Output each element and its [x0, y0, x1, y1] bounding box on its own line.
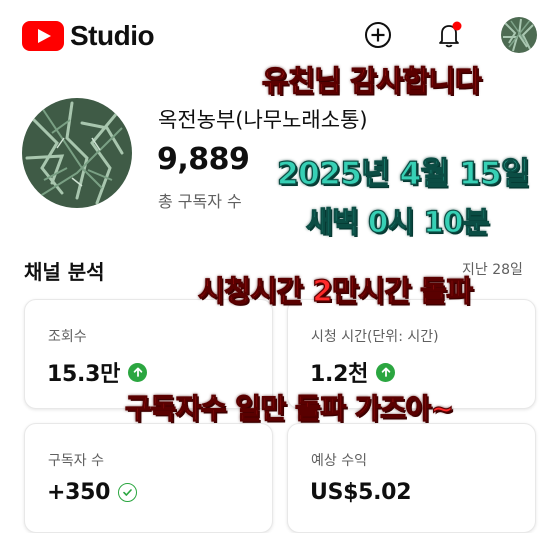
subscriber-count-label: 총 구독자 수: [158, 192, 242, 211]
overlay-time-text: 새벽 0시 10분: [305, 204, 490, 239]
overlay-thanks-text: 유친님 감사합니다: [261, 63, 482, 98]
create-button[interactable]: [361, 18, 395, 52]
card-value: US$5.02: [310, 480, 412, 505]
youtube-play-icon: [22, 21, 64, 51]
trend-up-icon: [128, 362, 148, 382]
revenue-card[interactable]: 예상 수익 US$5.02: [287, 423, 536, 533]
notification-bell-icon: [439, 21, 462, 48]
logo-text: Studio: [70, 20, 155, 51]
overlay-date-text: 2025년 4월 15일: [276, 155, 530, 192]
overlay-goal-text: 구독자수 일만 돌파 가즈아~: [124, 391, 454, 425]
card-label: 구독자 수: [48, 453, 104, 469]
card-label: 조회수: [48, 329, 87, 345]
create-plus-icon: [365, 22, 391, 48]
analytics-title: 채널 분석: [24, 260, 105, 284]
overlay-watch-milestone-text: 시청시간 2만시간 돌파: [197, 273, 473, 308]
studio-logo[interactable]: Studio: [22, 20, 155, 52]
card-value: +350: [47, 480, 111, 505]
card-value: 15.3만: [47, 362, 121, 387]
card-label: 시청 시간(단위: 시간): [311, 329, 439, 345]
card-value: 1.2천: [310, 362, 369, 387]
trend-up-icon: [376, 362, 396, 382]
notifications-button[interactable]: [432, 18, 466, 52]
subscriber-count: 9,889: [157, 142, 250, 177]
channel-avatar: [22, 98, 132, 208]
subscribers-card[interactable]: 구독자 수 +350: [24, 423, 273, 533]
check-circle-icon: [118, 483, 138, 502]
card-label: 예상 수익: [311, 453, 367, 469]
account-avatar[interactable]: [501, 17, 537, 53]
channel-name: 옥전농부(나무노래소통): [158, 108, 368, 132]
